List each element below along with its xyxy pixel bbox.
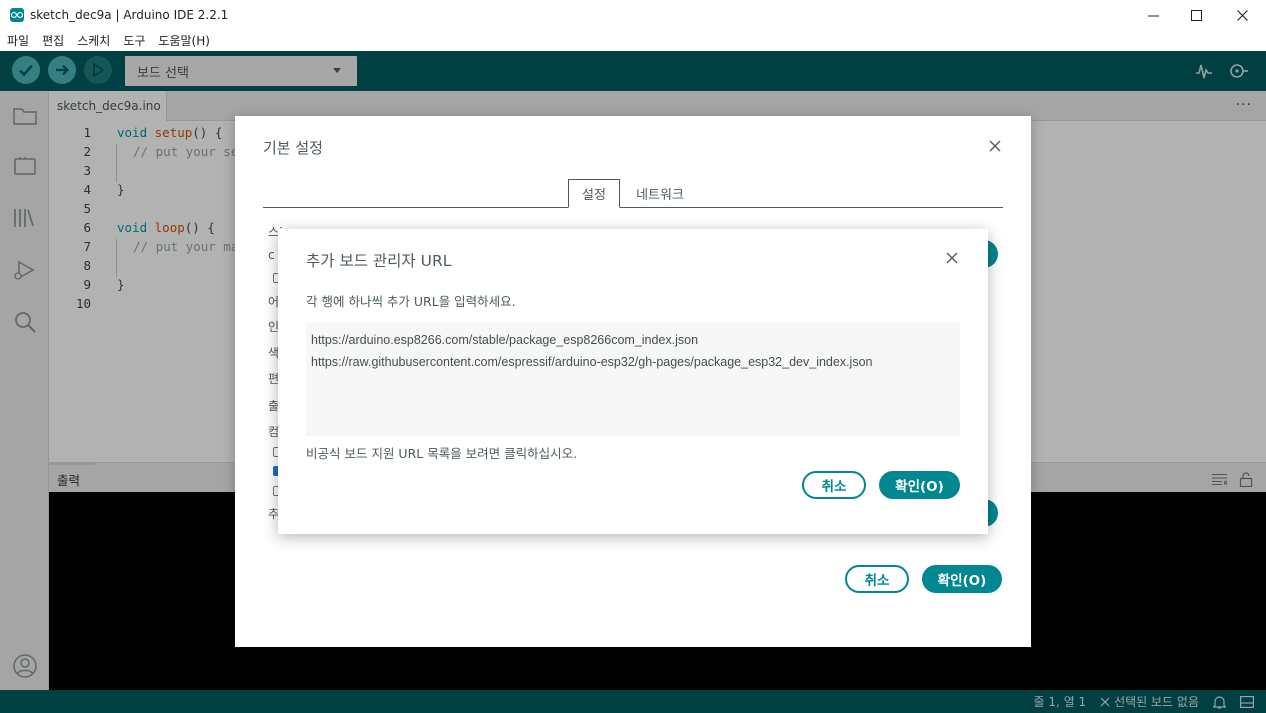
- urls-cancel-label: 취소: [821, 479, 847, 495]
- tab-network-label: 네트워크: [636, 188, 684, 203]
- preferences-cancel-label: 취소: [864, 573, 890, 589]
- minimize-button[interactable]: [1130, 0, 1176, 30]
- url-line: https://arduino.esp8266.com/stable/packa…: [311, 333, 699, 347]
- arduino-logo-icon: [10, 8, 24, 22]
- tab-settings[interactable]: 설정: [568, 179, 620, 208]
- additional-urls-dialog: 추가 보드 관리자 URL 각 행에 하나씩 추가 URL을 입력하세요. ht…: [278, 229, 988, 534]
- menu-edit[interactable]: 편집: [42, 32, 64, 49]
- urls-cancel-button[interactable]: 취소: [802, 471, 866, 499]
- preferences-ok-label: 확인(O): [937, 573, 987, 589]
- preferences-ok-button[interactable]: 확인(O): [922, 565, 1002, 593]
- menu-sketch[interactable]: 스케치: [77, 32, 110, 49]
- close-icon: [989, 140, 1001, 152]
- close-icon: [946, 252, 958, 264]
- menu-tools[interactable]: 도구: [123, 32, 145, 49]
- urls-dialog-title: 추가 보드 관리자 URL: [306, 252, 452, 270]
- urls-textarea[interactable]: https://arduino.esp8266.com/stable/packa…: [306, 323, 960, 436]
- urls-ok-button[interactable]: 확인(O): [879, 471, 960, 499]
- menu-bar: 파일 편집 스케치 도구 도움말(H): [0, 30, 1266, 51]
- tab-network[interactable]: 네트워크: [628, 179, 692, 208]
- window-title: sketch_dec9a | Arduino IDE 2.2.1: [30, 8, 229, 22]
- urls-instructions: 각 행에 하나씩 추가 URL을 입력하세요.: [306, 294, 516, 309]
- menu-help[interactable]: 도움말(H): [158, 32, 210, 49]
- title-bar: sketch_dec9a | Arduino IDE 2.2.1: [0, 0, 1266, 30]
- menu-file[interactable]: 파일: [7, 32, 29, 49]
- maximize-button[interactable]: [1173, 0, 1219, 30]
- url-line: https://raw.githubusercontent.com/espres…: [311, 355, 873, 369]
- urls-ok-label: 확인(O): [895, 479, 944, 495]
- preferences-close-button[interactable]: [986, 137, 1004, 155]
- preferences-title: 기본 설정: [263, 139, 323, 157]
- preferences-cancel-button[interactable]: 취소: [845, 565, 909, 593]
- close-window-button[interactable]: [1219, 0, 1265, 30]
- urls-dialog-close-button[interactable]: [943, 249, 961, 267]
- unofficial-boards-link[interactable]: 비공식 보드 지원 URL 목록을 보려면 클릭하십시오.: [306, 443, 577, 462]
- tab-settings-label: 설정: [582, 188, 606, 203]
